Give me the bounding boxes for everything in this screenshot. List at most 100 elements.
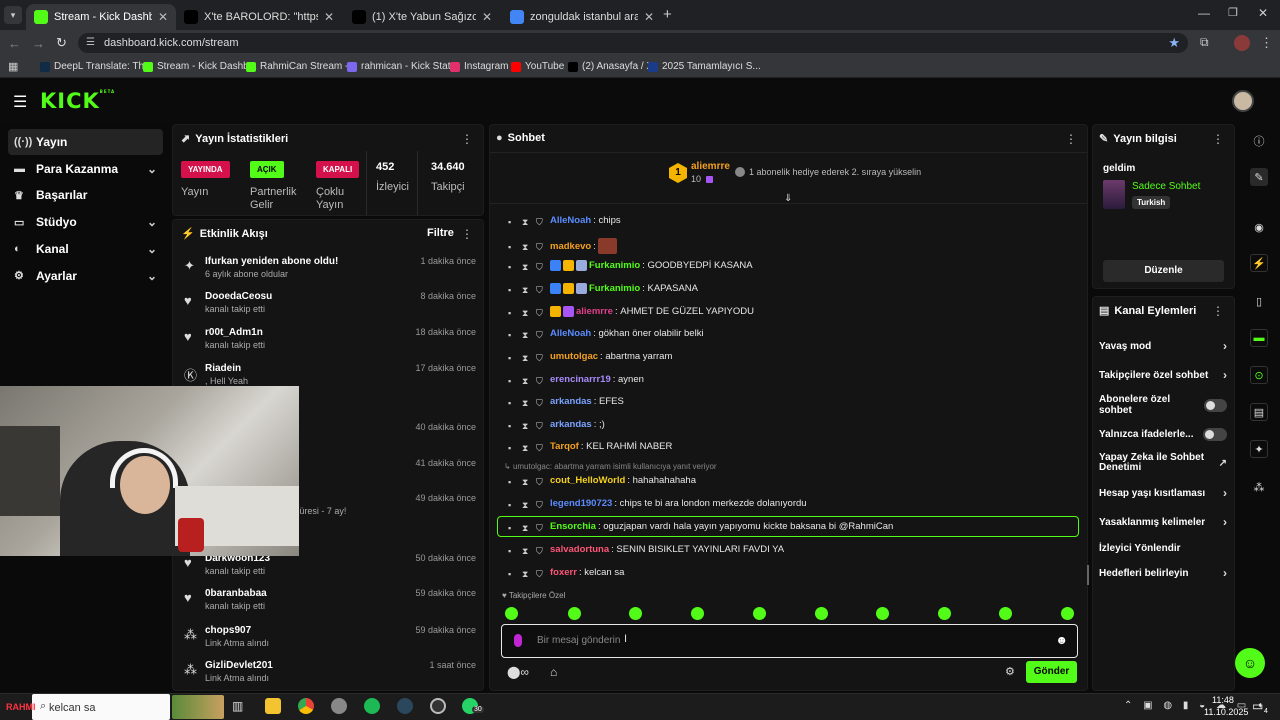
chat-message[interactable]: ▪ ⧗ ⛉ Ensorchia: oguzjapan vardı hala yayın… bbox=[497, 516, 1079, 537]
timeout-icon[interactable]: ⧗ bbox=[522, 569, 530, 579]
activity-menu-icon[interactable]: ⋮ bbox=[461, 227, 473, 241]
channel-action-item[interactable]: Yapay Zeka ile Sohbet Denetimi ↗ bbox=[1099, 453, 1227, 473]
timeout-icon[interactable]: ⧗ bbox=[522, 308, 530, 318]
browser-tab[interactable]: Stream - Kick Dashboard ✕ bbox=[26, 4, 176, 30]
reload-icon[interactable]: ↻ bbox=[56, 35, 67, 51]
quick-emote-icon[interactable] bbox=[691, 607, 704, 620]
delete-message-icon[interactable]: ▪ bbox=[508, 477, 516, 487]
nav-item-yayin[interactable]: ((·)) Yayın bbox=[8, 129, 163, 155]
back-icon[interactable]: ← bbox=[8, 36, 21, 51]
ban-icon[interactable]: ⛉ bbox=[536, 523, 544, 533]
chevron-down-icon[interactable]: ⌄ bbox=[147, 162, 157, 176]
steam-icon[interactable] bbox=[397, 698, 413, 714]
chat-message[interactable]: ▪ ⧗ ⛉ AlleNoah: chips bbox=[508, 215, 621, 227]
chat-message[interactable]: ▪ ⧗ ⛉ madkevo: bbox=[508, 238, 618, 254]
chevron-right-icon[interactable]: › bbox=[1223, 566, 1227, 580]
bookmark-item[interactable]: Instagram bbox=[450, 61, 508, 72]
restore-icon[interactable]: ❐ bbox=[1228, 6, 1238, 19]
delete-message-icon[interactable]: ▪ bbox=[508, 523, 516, 533]
broadcast-sidebar-icon[interactable]: ⊙ bbox=[1250, 366, 1268, 384]
ban-icon[interactable]: ⛉ bbox=[536, 569, 544, 579]
nav-item-4[interactable]: ◐ Kanal ⌄ bbox=[8, 236, 163, 262]
chat-message[interactable]: ▪ ⧗ ⛉ erencinarrr19: aynen bbox=[508, 374, 644, 386]
timeout-icon[interactable]: ⧗ bbox=[522, 262, 530, 272]
notification-icon[interactable]: ▭ bbox=[1252, 699, 1263, 713]
chat-settings-icon[interactable]: ⚙ bbox=[1005, 665, 1015, 678]
browser-tab[interactable]: zonguldak istanbul arası kaç km ✕ bbox=[502, 4, 662, 30]
chat-message[interactable]: ▪ ⧗ ⛉ umutolgac: abartma yarram bbox=[508, 351, 672, 363]
chevron-right-icon[interactable]: › bbox=[1223, 486, 1227, 500]
chat-message[interactable]: ▪ ⧗ ⛉ arkandas: EFES bbox=[508, 396, 624, 408]
activity-item[interactable]: ♥ r00t_Adm1n kanalı takip etti 18 dakika ön… bbox=[180, 327, 480, 359]
activity-item[interactable]: ♥ DooedaCeosu kanalı takip etti 8 dakika ön… bbox=[180, 291, 480, 323]
nav-item-5[interactable]: ⚙ Ayarlar ⌄ bbox=[8, 263, 163, 289]
obs-icon[interactable] bbox=[430, 698, 446, 714]
quick-emote-icon[interactable] bbox=[876, 607, 889, 620]
chat-input[interactable]: Bir mesaj gönderin I ☻ bbox=[501, 624, 1078, 658]
chat-username[interactable]: umutolgac bbox=[550, 351, 598, 362]
delete-message-icon[interactable]: ▪ bbox=[508, 546, 516, 556]
close-tab-icon[interactable]: ✕ bbox=[644, 10, 654, 24]
chrome-icon[interactable] bbox=[298, 698, 314, 714]
delete-message-icon[interactable]: ▪ bbox=[508, 353, 516, 363]
ban-icon[interactable]: ⛉ bbox=[536, 308, 544, 318]
kick-points-icon[interactable]: ⬤∞ bbox=[507, 665, 529, 679]
chrome-alt-icon[interactable] bbox=[331, 698, 347, 714]
chat-message[interactable]: ▪ ⧗ ⛉ cout_HelloWorld: hahahahahaha bbox=[508, 475, 696, 487]
chat-username[interactable]: Furkanimio bbox=[589, 260, 640, 271]
timeout-icon[interactable]: ⧗ bbox=[522, 443, 530, 453]
activity-item[interactable]: ⁂ GizliDevlet201 Link Atma alındı 1 saat ön… bbox=[180, 660, 480, 692]
chat-message[interactable]: ▪ ⧗ ⛉ legend190723: chips te bi ara london … bbox=[508, 498, 807, 510]
delete-message-icon[interactable]: ▪ bbox=[508, 308, 516, 318]
channel-action-item[interactable]: Abonelere özel sohbet bbox=[1099, 394, 1227, 416]
chat-message[interactable]: ▪ ⧗ ⛉ AlleNoah: gökhan öner olabilir belki bbox=[508, 328, 704, 340]
filter-button[interactable]: Filtre bbox=[427, 227, 454, 239]
nav-item-1[interactable]: ▬ Para Kazanma ⌄ bbox=[8, 156, 163, 182]
spotify-icon[interactable] bbox=[364, 698, 380, 714]
timeout-icon[interactable]: ⧗ bbox=[522, 217, 530, 227]
stats-menu-icon[interactable]: ⋮ bbox=[461, 132, 473, 146]
site-info-icon[interactable]: ☰ bbox=[86, 33, 95, 53]
delete-message-icon[interactable]: ▪ bbox=[508, 285, 516, 295]
chevron-right-icon[interactable]: › bbox=[1223, 339, 1227, 353]
minimize-icon[interactable]: — bbox=[1198, 6, 1210, 20]
lightning-sidebar-icon[interactable]: ⚡ bbox=[1250, 254, 1268, 272]
chat-message[interactable]: ▪ ⧗ ⛉ Tarqof: KEL RAHMİ NABER bbox=[508, 441, 672, 453]
chevron-right-icon[interactable]: › bbox=[1223, 515, 1227, 529]
ban-icon[interactable]: ⛉ bbox=[536, 500, 544, 510]
chevron-down-icon[interactable]: ⌄ bbox=[147, 269, 157, 283]
camera-icon[interactable]: ◉ bbox=[1250, 218, 1268, 236]
close-window-icon[interactable]: ✕ bbox=[1258, 6, 1268, 20]
delete-message-icon[interactable]: ▪ bbox=[508, 421, 516, 431]
chat-username[interactable]: AlleNoah bbox=[550, 215, 591, 226]
delete-message-icon[interactable]: ▪ bbox=[508, 376, 516, 386]
chat-message[interactable]: ▪ ⧗ ⛉ Furkanimio: KAPASANA bbox=[508, 283, 698, 295]
document-icon[interactable]: ▯ bbox=[1250, 292, 1268, 310]
chevron-down-icon[interactable]: ⌄ bbox=[147, 242, 157, 256]
chat-message[interactable]: ▪ ⧗ ⛉ foxerr: kelcan sa bbox=[508, 567, 624, 579]
user-avatar[interactable] bbox=[1232, 90, 1254, 112]
taskbar-search[interactable]: ⌕ kelcan sa bbox=[32, 694, 170, 720]
quick-emote-icon[interactable] bbox=[753, 607, 766, 620]
activity-item[interactable]: ♥ 0baranbabaa kanalı takip etti 59 dakika ö… bbox=[180, 588, 480, 620]
chat-message[interactable]: ▪ ⧗ ⛉ salvadortuna: SENIN BISIKLET YAYINLAR… bbox=[508, 544, 784, 556]
toggle-switch[interactable] bbox=[1203, 427, 1227, 441]
delete-message-icon[interactable]: ▪ bbox=[508, 242, 516, 252]
quick-emote-icon[interactable] bbox=[815, 607, 828, 620]
ban-icon[interactable]: ⛉ bbox=[536, 546, 544, 556]
bookmark-item[interactable]: 2025 Tamamlayıcı S... bbox=[648, 61, 761, 72]
task-view-icon[interactable]: ▥ bbox=[232, 699, 243, 713]
timeout-icon[interactable]: ⧗ bbox=[522, 353, 530, 363]
profile-avatar[interactable] bbox=[1234, 35, 1250, 51]
delete-message-icon[interactable]: ▪ bbox=[508, 398, 516, 408]
nav-item-2[interactable]: ♛ Başarılar bbox=[8, 182, 163, 208]
start-brand-icon[interactable]: RAHMI bbox=[6, 702, 36, 712]
kick-logo[interactable]: KICKBETA bbox=[40, 89, 115, 113]
edit-button[interactable]: Düzenle bbox=[1103, 260, 1224, 282]
ban-icon[interactable]: ⛉ bbox=[536, 285, 544, 295]
quick-emote-icon[interactable] bbox=[568, 607, 581, 620]
chat-message[interactable]: ▪ ⧗ ⛉ arkandas: ;) bbox=[508, 419, 605, 431]
send-button[interactable]: Gönder bbox=[1026, 661, 1077, 683]
forward-icon[interactable]: → bbox=[32, 36, 45, 51]
chat-username[interactable]: erencinarrr19 bbox=[550, 374, 611, 385]
